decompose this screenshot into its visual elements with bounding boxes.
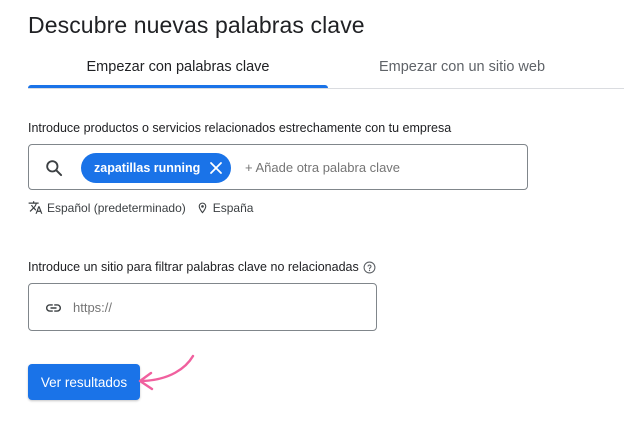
link-icon [46, 304, 61, 312]
page-title: Descubre nuevas palabras clave [28, 12, 365, 38]
tab-website[interactable]: Empezar con un sitio web [328, 47, 596, 87]
search-icon [46, 160, 63, 177]
location-label: España [212, 200, 254, 215]
keyword-planner-page: Descubre nuevas palabras clave Empezar c… [0, 0, 624, 424]
site-filter-label: Introduce un sitio para filtrar palabras… [28, 260, 359, 274]
language-label: Español (predeterminado) [47, 200, 186, 215]
language-selector[interactable]: Español (predeterminado) [28, 200, 186, 215]
keywords-field-label: Introduce productos o servicios relacion… [28, 121, 452, 135]
keywords-input-box[interactable]: zapatillas running [28, 144, 528, 190]
site-url-box[interactable] [28, 283, 377, 331]
annotation-arrow [138, 354, 195, 391]
keyword-chip: zapatillas running [81, 153, 232, 183]
keyword-chip-label: zapatillas running [94, 161, 201, 175]
tab-keywords-label: Empezar con palabras clave [86, 59, 270, 75]
active-tab-indicator [28, 85, 328, 88]
location-selector[interactable]: España [196, 200, 254, 215]
add-keyword-input[interactable] [245, 160, 515, 175]
site-url-input[interactable] [73, 300, 363, 315]
translate-icon [28, 201, 43, 214]
help-icon[interactable] [363, 261, 376, 274]
targeting-settings: Español (predeterminado) España [28, 200, 253, 215]
see-results-button[interactable]: Ver resultados [28, 364, 140, 400]
tab-keywords[interactable]: Empezar con palabras clave [28, 47, 328, 88]
tab-website-label: Empezar con un sitio web [378, 59, 546, 75]
close-icon[interactable] [209, 161, 223, 175]
tab-bar: Empezar con palabras clave Empezar con u… [28, 47, 624, 89]
site-filter-label-row: Introduce un sitio para filtrar palabras… [28, 260, 376, 274]
location-pin-icon [198, 202, 207, 213]
